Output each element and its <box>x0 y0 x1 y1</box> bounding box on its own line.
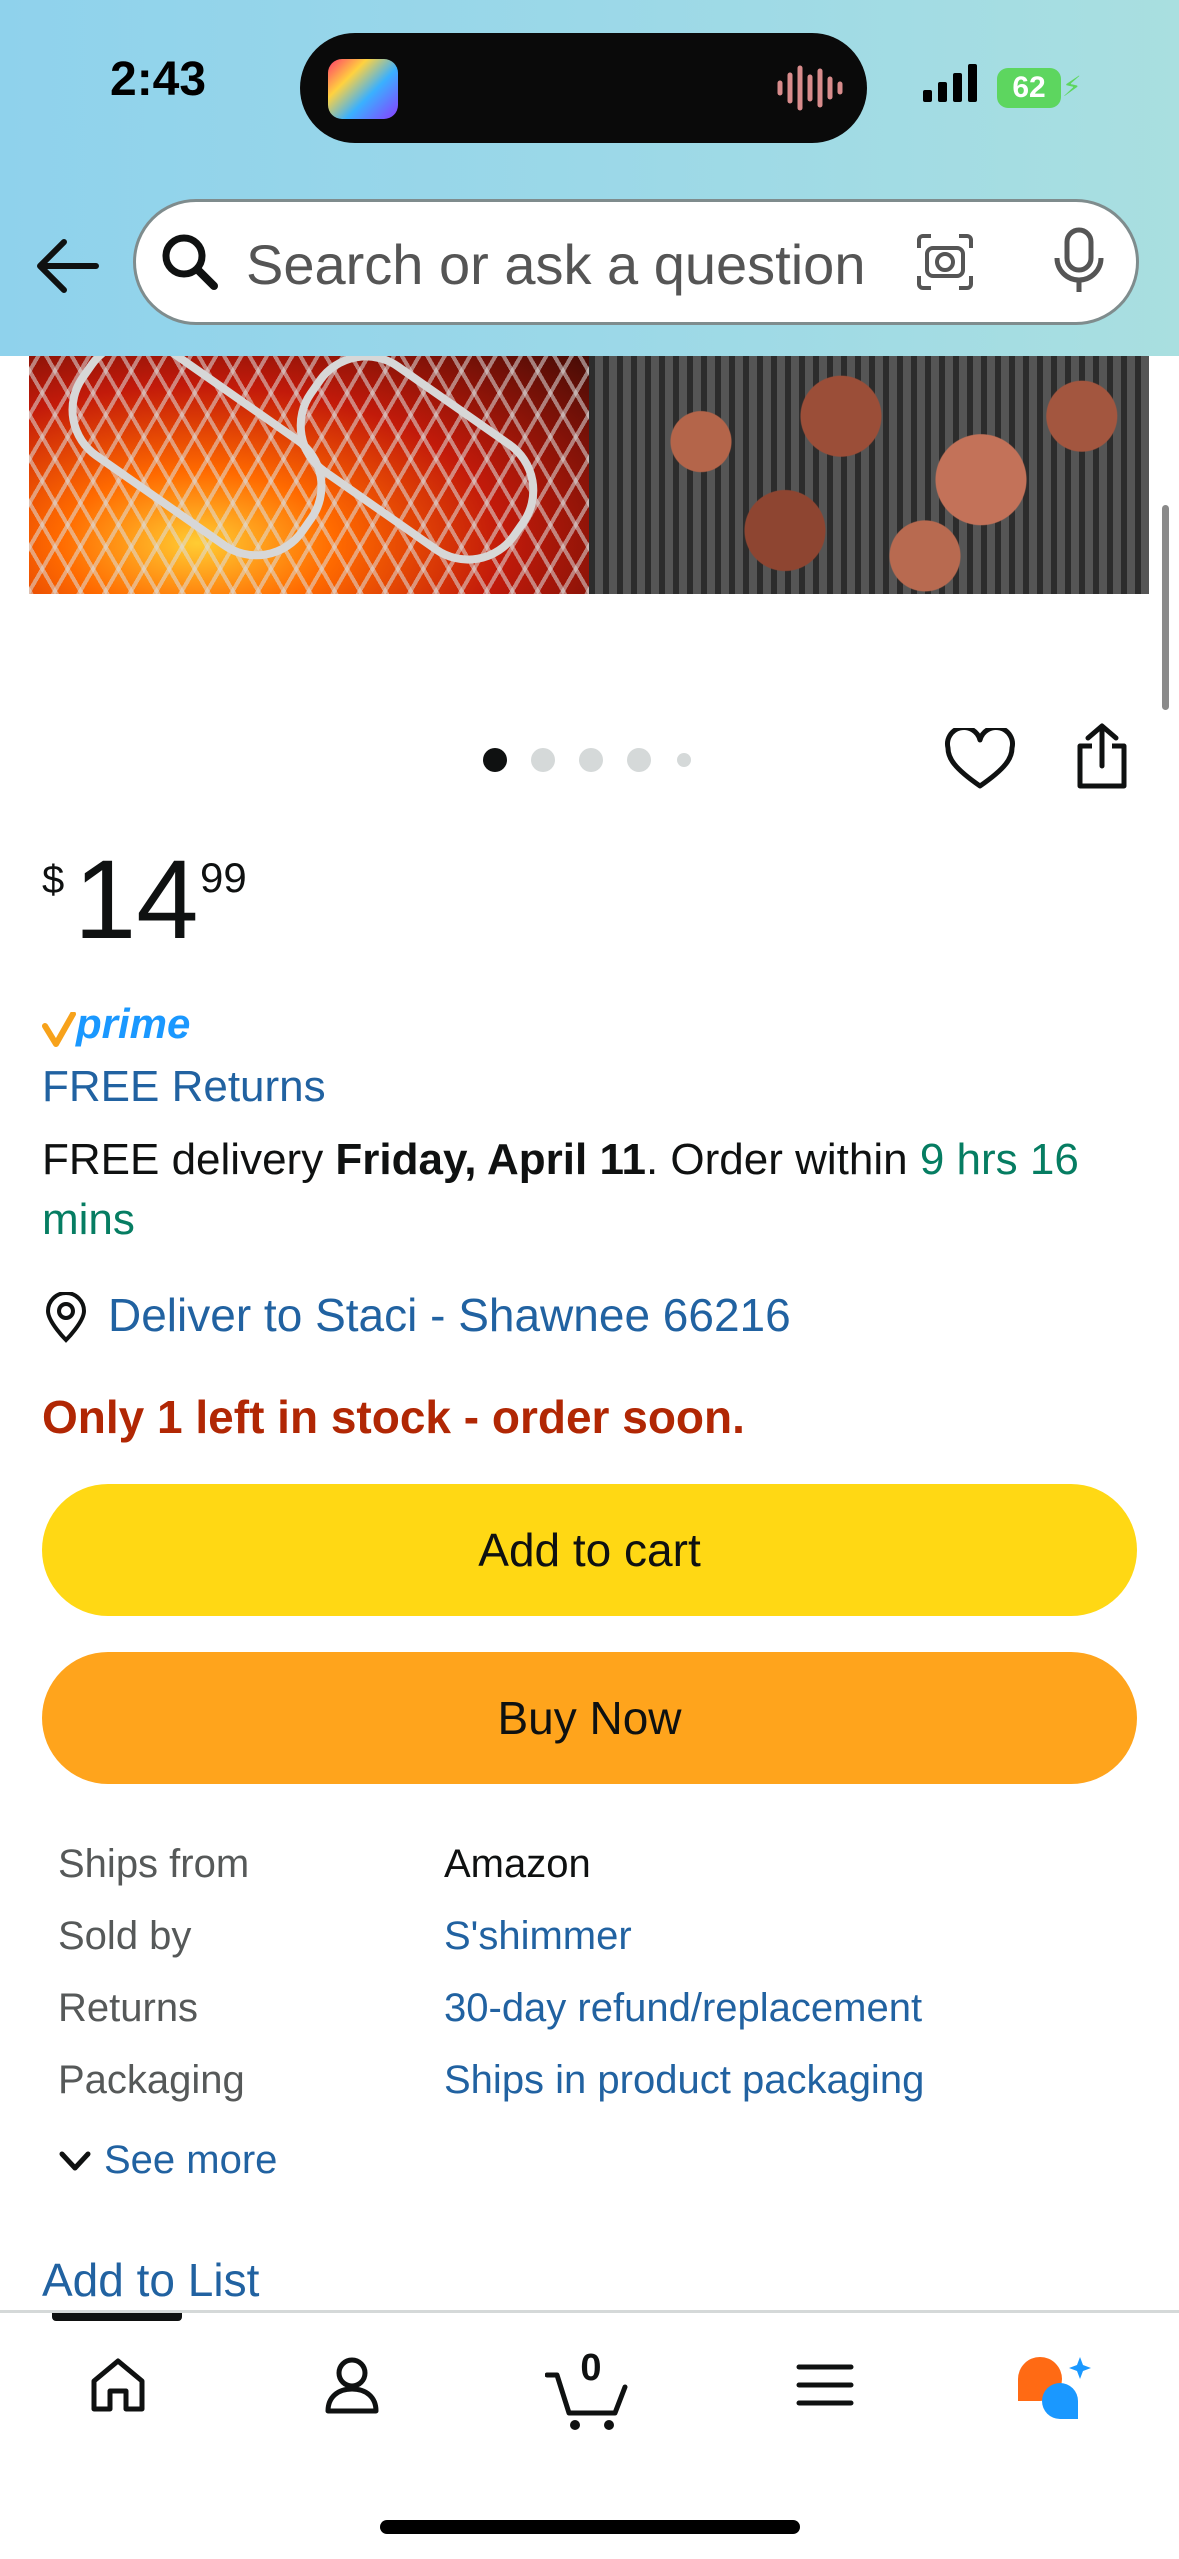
account-icon[interactable] <box>320 2353 384 2417</box>
camera-lens-icon[interactable] <box>915 232 975 292</box>
details-label: Packaging <box>58 2058 245 2102</box>
carousel-dot[interactable] <box>627 748 651 772</box>
cart-nav[interactable]: 0 <box>545 2347 631 2430</box>
header: 2:43 62 ⚡ Search or ask a question <box>0 0 1179 356</box>
share-icon[interactable] <box>1072 722 1132 792</box>
details-row-packaging: Packaging Ships in product packaging <box>58 2058 1118 2130</box>
now-playing-app-icon <box>328 59 398 119</box>
buy-now-button[interactable]: Buy Now <box>42 1652 1137 1784</box>
cart-count: 0 <box>580 2347 602 2389</box>
carousel-dot[interactable] <box>579 748 603 772</box>
active-tab-indicator <box>52 2313 182 2321</box>
menu-icon[interactable] <box>795 2353 855 2417</box>
stock-warning: Only 1 left in stock - order soon. <box>42 1391 745 1443</box>
seller-link[interactable]: S'shimmer <box>444 1914 632 1959</box>
charging-bolt-icon: ⚡ <box>1062 71 1082 102</box>
search-bar[interactable]: Search or ask a question <box>133 199 1139 325</box>
rufus-assistant-icon[interactable] <box>1014 2353 1094 2423</box>
deliver-to-label[interactable]: Deliver to Staci - Shawnee 66216 <box>108 1288 791 1342</box>
delivery-info: FREE delivery Friday, April 11. Order wi… <box>42 1130 1142 1250</box>
add-to-cart-button[interactable]: Add to cart <box>42 1484 1137 1616</box>
carousel-dot[interactable] <box>531 748 555 772</box>
details-row-returns: Returns 30-day refund/replacement <box>58 1986 1118 2058</box>
back-arrow-icon[interactable] <box>34 236 100 296</box>
status-time: 2:43 <box>110 53 207 106</box>
dynamic-island <box>300 33 867 143</box>
cellular-signal-icon <box>923 64 977 102</box>
add-to-list-link[interactable]: Add to List <box>42 2253 259 2307</box>
grill-basket-roll <box>44 340 350 583</box>
battery-indicator: 62 <box>997 68 1061 108</box>
home-gesture-bar[interactable] <box>380 2520 800 2534</box>
price-whole: 14 <box>74 837 199 962</box>
heart-icon[interactable] <box>944 728 1016 792</box>
microphone-icon[interactable] <box>1051 226 1107 298</box>
prime-check-icon <box>42 1012 76 1047</box>
carousel-dot-active[interactable] <box>483 748 507 772</box>
see-more-label[interactable]: See more <box>104 2138 277 2183</box>
price-currency: $ <box>42 858 65 902</box>
home-icon[interactable] <box>86 2353 150 2417</box>
location-pin-icon <box>45 1292 87 1343</box>
product-image-grilled-meat[interactable] <box>589 340 1149 594</box>
packaging-link[interactable]: Ships in product packaging <box>444 2058 924 2103</box>
product-image-grill-baskets[interactable] <box>29 340 589 594</box>
details-value: Amazon <box>444 1842 591 1886</box>
delivery-date: Friday, April 11 <box>335 1135 646 1184</box>
price-fraction: 99 <box>200 854 247 901</box>
carousel-dot[interactable] <box>677 753 691 767</box>
details-table: Ships from Amazon Sold by S'shimmer Retu… <box>58 1842 1118 2130</box>
details-label: Returns <box>58 1986 199 2030</box>
returns-link[interactable]: 30-day refund/replacement <box>444 1986 922 2031</box>
free-returns-link[interactable]: FREE Returns <box>42 1062 326 1112</box>
details-row-ships-from: Ships from Amazon <box>58 1842 1118 1914</box>
search-icon <box>162 234 218 290</box>
audio-waveform-icon <box>777 65 843 111</box>
grill-basket-roll <box>273 340 561 588</box>
scrollbar[interactable] <box>1162 505 1169 710</box>
delivery-order-within: . Order within <box>645 1135 920 1184</box>
details-row-sold-by: Sold by S'shimmer <box>58 1914 1118 1986</box>
delivery-prefix: FREE delivery <box>42 1135 336 1184</box>
chevron-down-icon <box>59 2151 91 2171</box>
details-label: Ships from <box>58 1842 250 1886</box>
details-label: Sold by <box>58 1914 192 1958</box>
prime-label: prime <box>76 1000 191 1047</box>
